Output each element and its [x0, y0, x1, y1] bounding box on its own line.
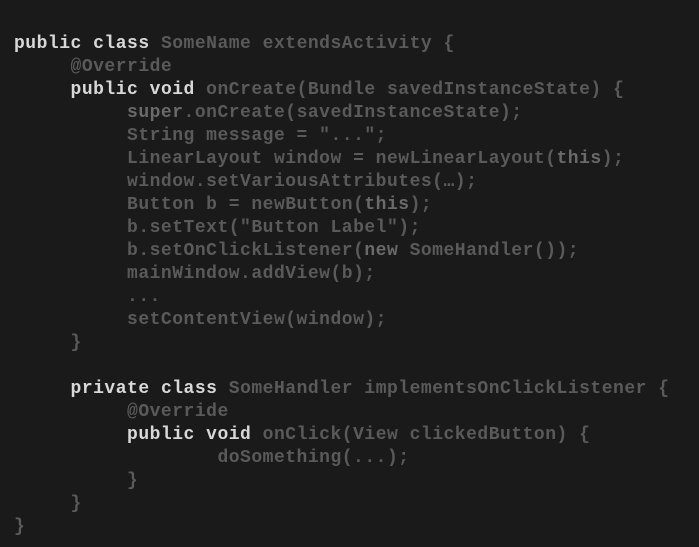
indent [14, 287, 127, 307]
text: ); [410, 195, 433, 215]
text: b.setText("Button Label"); [127, 218, 421, 238]
keyword-void: void [150, 80, 195, 100]
line-2: @Override [14, 57, 172, 77]
line-19: doSomething(...); [14, 448, 410, 468]
text: onCreate(Bundle savedInstanceState) { [195, 80, 624, 100]
indent [14, 126, 127, 146]
text: ... [127, 287, 161, 307]
indent [14, 149, 127, 169]
line-18: public void onClick(View clickedButton) … [14, 425, 590, 445]
keyword-super: super [127, 103, 184, 123]
text: window.setVariousAttributes(…); [127, 172, 477, 192]
line-1: public class SomeName extendsActivity { [14, 34, 455, 54]
line-10: b.setOnClickListener(new SomeHandler()); [14, 241, 579, 261]
text: } [71, 333, 82, 353]
line-14: } [14, 333, 82, 353]
indent [14, 103, 127, 123]
text: @Override [127, 402, 229, 422]
indent [14, 57, 71, 77]
line-13: setContentView(window); [14, 310, 387, 330]
text: onClick(View clickedButton) { [251, 425, 590, 445]
keyword-public: public [71, 80, 139, 100]
indent [14, 310, 127, 330]
text: } [127, 471, 138, 491]
indent [14, 241, 127, 261]
text: } [14, 517, 25, 537]
text: doSomething(...); [217, 448, 409, 468]
indent [14, 379, 71, 399]
keyword-this: this [364, 195, 409, 215]
line-6: LinearLayout window = newLinearLayout(th… [14, 149, 624, 169]
line-4: super.onCreate(savedInstanceState); [14, 103, 523, 123]
line-21: } [14, 494, 82, 514]
line-9: b.setText("Button Label"); [14, 218, 421, 238]
indent [14, 80, 71, 100]
text: mainWindow.addView(b); [127, 264, 376, 284]
indent [14, 172, 127, 192]
text: String message = "..."; [127, 126, 387, 146]
keyword-private: private [71, 379, 150, 399]
line-17: @Override [14, 402, 229, 422]
text: SomeHandler()); [398, 241, 579, 261]
line-12: ... [14, 287, 161, 307]
line-16: private class SomeHandler implementsOnCl… [14, 379, 670, 399]
text: ); [602, 149, 625, 169]
text: @Override [71, 57, 173, 77]
text: LinearLayout window = newLinearLayout( [127, 149, 556, 169]
indent [14, 425, 127, 445]
line-7: window.setVariousAttributes(…); [14, 172, 477, 192]
line-11: mainWindow.addView(b); [14, 264, 376, 284]
keyword-public: public [14, 34, 82, 54]
keyword-class: class [93, 34, 150, 54]
indent [14, 333, 71, 353]
line-5: String message = "..."; [14, 126, 387, 146]
text: Button b = newButton( [127, 195, 364, 215]
keyword-class: class [161, 379, 218, 399]
line-8: Button b = newButton(this); [14, 195, 432, 215]
indent [14, 218, 127, 238]
line-3: public void onCreate(Bundle savedInstanc… [14, 80, 624, 100]
keyword-public: public [127, 425, 195, 445]
line-20: } [14, 471, 138, 491]
text: } [71, 494, 82, 514]
text: SomeHandler implementsOnClickListener { [217, 379, 669, 399]
line-22: } [14, 517, 25, 537]
keyword-new: new [364, 241, 398, 261]
indent [14, 195, 127, 215]
code-block: public class SomeName extendsActivity { … [0, 0, 699, 547]
text: SomeName extendsActivity { [150, 34, 455, 54]
text: setContentView(window); [127, 310, 387, 330]
indent [14, 402, 127, 422]
text: b.setOnClickListener( [127, 241, 364, 261]
indent [14, 264, 127, 284]
indent [14, 471, 127, 491]
keyword-void: void [206, 425, 251, 445]
text: .onCreate(savedInstanceState); [184, 103, 523, 123]
indent [14, 494, 71, 514]
indent [14, 448, 217, 468]
keyword-this: this [557, 149, 602, 169]
